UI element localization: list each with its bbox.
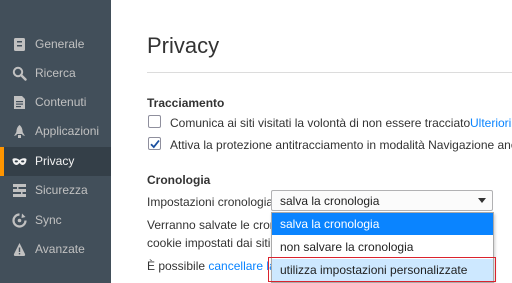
- history-select-value: salva la cronologia: [280, 194, 380, 208]
- sidebar-item-generale[interactable]: Generale: [0, 30, 111, 59]
- sidebar-item-avanzate[interactable]: Avanzate: [0, 235, 111, 264]
- history-description-prefix: È possibile: [147, 259, 209, 273]
- do-not-track-checkbox[interactable]: [148, 115, 161, 128]
- history-description-line3: È possibile cancellare la c: [147, 259, 285, 273]
- option-label: salva la cronologia: [280, 217, 380, 231]
- do-not-track-label: Comunica ai siti visitati la volontà di …: [170, 116, 471, 130]
- title-divider: [147, 72, 512, 73]
- history-description-line2: cookie impostati dai siti w: [147, 236, 283, 250]
- tracking-protection-label: Attiva la protezione antitracciamento in…: [170, 138, 512, 152]
- option-label: utilizza impostazioni personalizzate: [280, 263, 468, 277]
- content-icon: [14, 96, 25, 109]
- option-custom-settings[interactable]: utilizza impostazioni personalizzate: [272, 259, 493, 281]
- sidebar-item-applicazioni[interactable]: Applicazioni: [0, 117, 111, 146]
- sidebar-item-sync[interactable]: Sync: [0, 206, 111, 235]
- advanced-icon: [13, 243, 26, 256]
- sidebar-item-label: Sicurezza: [35, 183, 88, 197]
- option-dont-save-history[interactable]: non salvare la cronologia: [272, 236, 493, 258]
- sidebar-item-label: Privacy: [35, 154, 75, 168]
- applications-icon: [14, 125, 25, 138]
- sidebar-item-label: Avanzate: [35, 242, 85, 256]
- page-title: Privacy: [147, 33, 220, 58]
- checkmark-icon: [150, 139, 160, 149]
- search-icon: [12, 66, 27, 81]
- tracking-protection-checkbox[interactable]: [148, 137, 161, 150]
- history-settings-select[interactable]: salva la cronologia: [271, 190, 493, 211]
- chevron-down-icon: [478, 198, 486, 203]
- sync-icon: [12, 213, 27, 228]
- privacy-mask-icon: [12, 158, 27, 165]
- sidebar: Generale Ricerca Contenuti Applicazioni: [0, 0, 111, 283]
- history-settings-label: Impostazioni cronologia:: [147, 195, 277, 209]
- security-icon: [13, 184, 26, 197]
- sidebar-item-sicurezza[interactable]: Sicurezza: [0, 176, 111, 205]
- history-select-dropdown: salva la cronologia non salvare la crono…: [271, 212, 494, 283]
- sidebar-item-ricerca[interactable]: Ricerca: [0, 59, 111, 88]
- history-heading: Cronologia: [147, 173, 211, 187]
- learn-more-link[interactable]: Ulteriori: [470, 116, 511, 130]
- general-icon: [14, 38, 25, 51]
- sidebar-item-privacy[interactable]: Privacy: [0, 147, 111, 176]
- sidebar-item-label: Contenuti: [35, 95, 87, 109]
- option-label: non salvare la cronologia: [280, 240, 414, 254]
- sidebar-item-label: Ricerca: [35, 66, 76, 80]
- tracking-heading: Tracciamento: [147, 96, 225, 110]
- option-save-history[interactable]: salva la cronologia: [272, 213, 493, 235]
- sidebar-item-contenuti[interactable]: Contenuti: [0, 88, 111, 117]
- sidebar-item-label: Applicazioni: [35, 124, 100, 138]
- sidebar-item-label: Sync: [35, 213, 62, 227]
- sidebar-item-label: Generale: [35, 37, 85, 51]
- do-not-track-row: Comunica ai siti visitati la volontà di …: [170, 116, 470, 130]
